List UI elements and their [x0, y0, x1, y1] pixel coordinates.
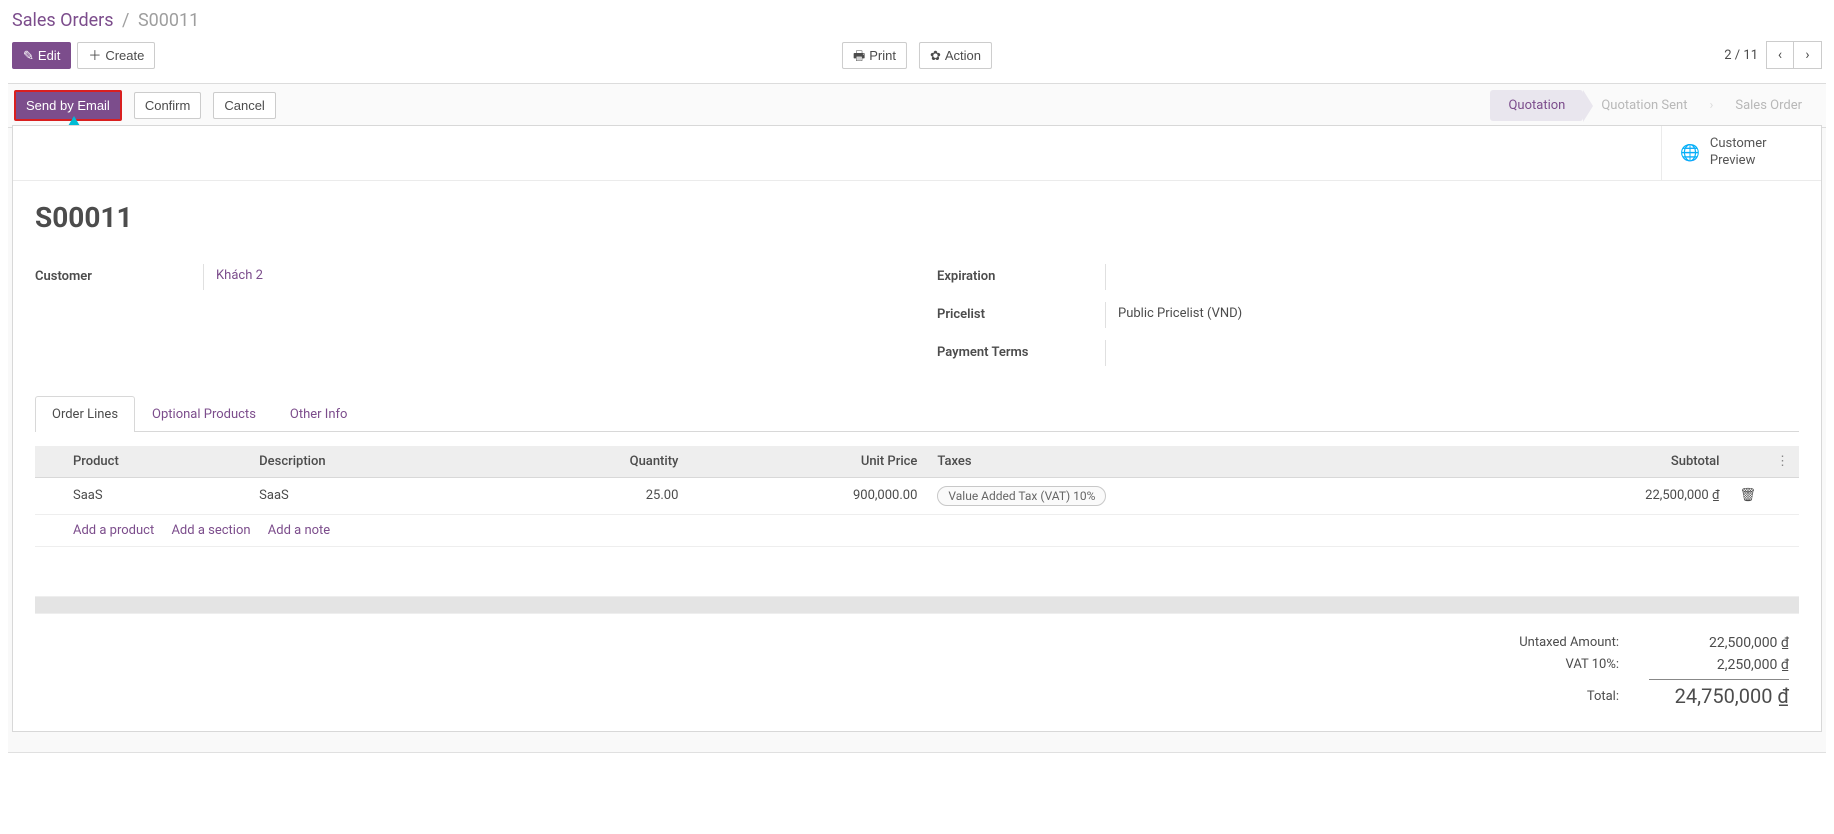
cancel-button[interactable]: Cancel: [213, 92, 275, 119]
create-button[interactable]: ＋ Create: [77, 42, 155, 69]
print-icon: 🖶: [853, 49, 865, 62]
col-quantity[interactable]: Quantity: [494, 446, 689, 478]
col-description[interactable]: Description: [249, 446, 494, 478]
print-button[interactable]: 🖶 Print: [842, 42, 907, 69]
send-by-email-label: Send by Email: [26, 99, 110, 112]
breadcrumb: Sales Orders / S00011: [8, 4, 1826, 41]
cell-description: SaaS: [249, 477, 494, 514]
edit-label: Edit: [38, 49, 60, 62]
vat-value: 2,250,000 ₫: [1649, 657, 1789, 673]
add-links: Add a product Add a section Add a note: [63, 514, 1799, 546]
form-sheet: 🌐 Customer Preview S00011 Customer Khách…: [12, 125, 1822, 732]
confirm-label: Confirm: [145, 99, 191, 112]
value-customer[interactable]: Khách 2: [203, 264, 897, 290]
kebab-icon: ⋮: [1776, 454, 1789, 469]
cell-subtotal: 22,500,000 ₫: [1463, 477, 1730, 514]
pager-prev-button[interactable]: ‹: [1766, 41, 1794, 69]
stage-quotation[interactable]: Quotation: [1490, 90, 1583, 121]
plus-icon: ＋: [88, 49, 101, 62]
totals: Untaxed Amount: 22,500,000 ₫ VAT 10%: 2,…: [35, 614, 1799, 711]
chevron-right-icon: ›: [1805, 47, 1809, 63]
label-payment-terms: Payment Terms: [937, 345, 1105, 360]
stage-separator-icon: ›: [1705, 98, 1717, 113]
label-pricelist: Pricelist: [937, 307, 1105, 322]
trash-icon: 🗑: [1739, 488, 1756, 503]
pager: 2 / 11 ‹ ›: [1724, 41, 1822, 69]
customer-preview-line1: Customer: [1710, 136, 1767, 153]
tab-optional-products[interactable]: Optional Products: [135, 396, 273, 432]
value-pricelist: Public Pricelist (VND): [1105, 302, 1799, 328]
cancel-label: Cancel: [224, 99, 264, 112]
label-customer: Customer: [35, 269, 203, 284]
cell-product: SaaS: [63, 477, 249, 514]
total-label: Total:: [1587, 683, 1619, 704]
pager-position: 2 / 11: [1724, 48, 1758, 63]
cell-taxes: Value Added Tax (VAT) 10%: [927, 477, 1462, 514]
stage-sales-order[interactable]: Sales Order: [1717, 90, 1820, 121]
add-section-link[interactable]: Add a section: [171, 523, 250, 538]
table-row[interactable]: SaaS SaaS 25.00 900,000.00 Value Added T…: [35, 477, 1799, 514]
table-resize-bar[interactable]: [35, 596, 1799, 613]
create-label: Create: [105, 49, 144, 62]
status-bar: Send by Email Confirm Cancel Quotation Q…: [8, 83, 1826, 128]
button-box: 🌐 Customer Preview: [13, 126, 1821, 181]
action-button[interactable]: ✿ Action: [919, 42, 992, 69]
label-expiration: Expiration: [937, 269, 1105, 284]
drag-handle[interactable]: [35, 477, 63, 514]
globe-icon: 🌐: [1680, 143, 1700, 162]
breadcrumb-separator: /: [118, 10, 133, 31]
add-product-link[interactable]: Add a product: [73, 523, 154, 538]
table-spacer: [35, 546, 1799, 596]
tabs: Order Lines Optional Products Other Info: [35, 396, 1799, 432]
col-delete: [1729, 446, 1766, 478]
breadcrumb-current: S00011: [138, 10, 199, 31]
customer-preview-button[interactable]: 🌐 Customer Preview: [1661, 126, 1821, 180]
col-taxes[interactable]: Taxes: [927, 446, 1462, 478]
cell-quantity: 25.00: [494, 477, 689, 514]
tab-order-lines[interactable]: Order Lines: [35, 396, 135, 432]
record-title: S00011: [35, 201, 1799, 234]
col-product[interactable]: Product: [63, 446, 249, 478]
customer-preview-line2: Preview: [1710, 153, 1767, 170]
vat-label: VAT 10%:: [1566, 657, 1619, 672]
cell-unit-price: 900,000.00: [688, 477, 927, 514]
add-note-link[interactable]: Add a note: [268, 523, 330, 538]
confirm-button[interactable]: Confirm: [134, 92, 202, 119]
status-stages: Quotation Quotation Sent › Sales Order: [1490, 90, 1820, 121]
untaxed-label: Untaxed Amount:: [1519, 635, 1619, 650]
toolbar: ✎ Edit ＋ Create 🖶 Print ✿ Action 2 / 11 …: [8, 41, 1826, 83]
pager-next-button[interactable]: ›: [1794, 41, 1822, 69]
tab-other-info[interactable]: Other Info: [273, 396, 365, 432]
delete-row-button[interactable]: 🗑: [1729, 477, 1766, 514]
pencil-icon: ✎: [23, 49, 34, 62]
col-unit-price[interactable]: Unit Price: [688, 446, 927, 478]
breadcrumb-root[interactable]: Sales Orders: [12, 10, 114, 31]
col-options[interactable]: ⋮: [1766, 446, 1799, 478]
order-lines-table: Product Description Quantity Unit Price …: [35, 446, 1799, 614]
gear-icon: ✿: [930, 49, 941, 62]
chevron-left-icon: ‹: [1778, 47, 1782, 63]
value-payment-terms: [1105, 340, 1799, 366]
edit-button[interactable]: ✎ Edit: [12, 42, 71, 69]
print-label: Print: [869, 49, 896, 62]
untaxed-value: 22,500,000 ₫: [1649, 635, 1789, 651]
value-expiration: [1105, 264, 1799, 290]
tax-badge: Value Added Tax (VAT) 10%: [937, 486, 1106, 506]
col-drag: [35, 446, 63, 478]
col-subtotal[interactable]: Subtotal: [1463, 446, 1730, 478]
total-value: 24,750,000 ₫: [1649, 679, 1789, 708]
action-label: Action: [945, 49, 981, 62]
stage-quotation-sent[interactable]: Quotation Sent: [1583, 90, 1705, 121]
